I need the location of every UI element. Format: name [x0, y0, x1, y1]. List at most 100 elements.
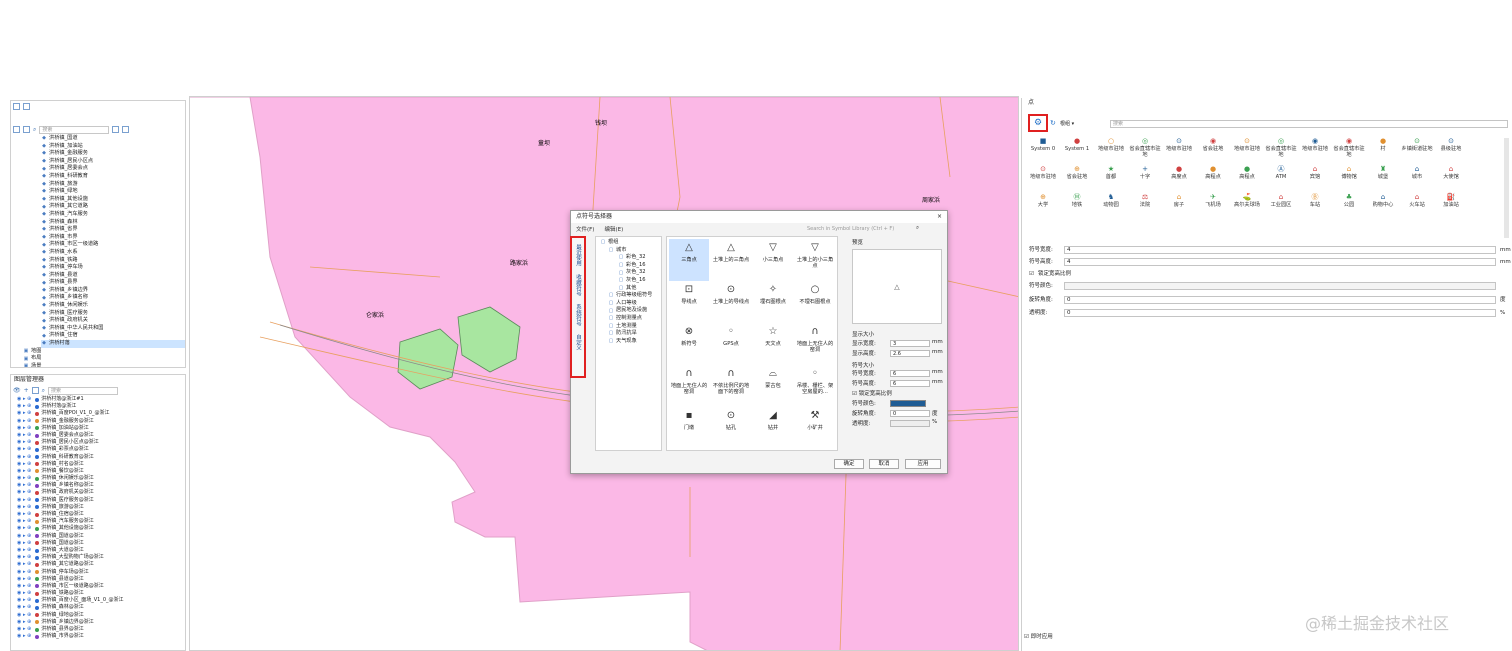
refresh-icon[interactable]: ↻: [1050, 119, 1056, 127]
library-symbol[interactable]: ♞ 动物园: [1094, 192, 1128, 208]
ok-button[interactable]: 确定: [834, 459, 864, 469]
visible-icon[interactable]: ◉ ▸ ⊕: [17, 590, 31, 597]
visible-icon[interactable]: ◉ ▸ ⊕: [17, 633, 31, 640]
library-symbol[interactable]: ◎ 省会直辖市驻地: [1128, 136, 1162, 158]
library-symbol[interactable]: + 十字: [1128, 164, 1162, 180]
symbol-width-input[interactable]: 6: [890, 370, 930, 377]
workspace-node[interactable]: ▣ 地图: [23, 348, 185, 356]
symbol-cell[interactable]: ◦ GPS点: [711, 323, 751, 365]
layer-item[interactable]: ◉ ▸ ⊕ 洪桥镇_科研教育@浙江: [17, 454, 185, 461]
visible-icon[interactable]: ◉ ▸ ⊕: [17, 540, 31, 547]
library-symbol[interactable]: ✈ 飞机场: [1196, 192, 1230, 208]
library-symbol[interactable]: ★ 首都: [1094, 164, 1128, 180]
tree-item[interactable]: ◆ 洪桥镇_省界: [41, 226, 185, 234]
symbol-cell[interactable]: ⚒ 小矿井: [795, 407, 835, 449]
symbol-cell[interactable]: ⊡ 导线点: [669, 281, 709, 323]
tree-item[interactable]: ◆ 洪桥镇_休闲娱乐: [41, 302, 185, 310]
layer-item[interactable]: ◉ ▸ ⊕ 洪桥镇_金融服务@浙江: [17, 418, 185, 425]
side-tab[interactable]: 自定义: [575, 334, 581, 351]
layer-item[interactable]: ◉ ▸ ⊕ 洪桥镇_百度POI_V1_0_@浙江: [17, 410, 185, 417]
visible-icon[interactable]: ◉ ▸ ⊕: [17, 511, 31, 518]
visible-icon[interactable]: ◉ ▸ ⊕: [17, 468, 31, 475]
visible-icon[interactable]: ◉ ▸ ⊕: [17, 597, 31, 604]
visible-icon[interactable]: ◉ ▸ ⊕: [17, 418, 31, 425]
library-symbol[interactable]: ● 高度点: [1162, 164, 1196, 180]
symbol-cell[interactable]: ◢ 钻井: [753, 407, 793, 449]
library-symbol[interactable]: ● 高程点: [1230, 164, 1264, 180]
open-icon[interactable]: [23, 103, 30, 110]
close-icon[interactable]: ×: [937, 211, 942, 223]
layer-item[interactable]: ◉ ▸ ⊕ 洪桥镇_村名@浙江: [17, 461, 185, 468]
search-icon[interactable]: ⌕: [33, 126, 36, 134]
visible-icon[interactable]: ◉ ▸ ⊕: [17, 497, 31, 504]
apply-button[interactable]: 应用: [905, 459, 941, 469]
expand-icon[interactable]: [122, 126, 130, 133]
layer-item[interactable]: ◉ ▸ ⊕ 洪桥镇_其它道路@浙江: [17, 561, 185, 568]
collapse-icon[interactable]: [112, 126, 120, 133]
layer-item[interactable]: ◉ ▸ ⊕ 洪桥镇_市界@浙江: [17, 633, 185, 640]
library-symbol[interactable]: ⊙ 乡镇街道驻地: [1400, 136, 1434, 152]
layer-search-input[interactable]: 搜索: [48, 386, 119, 395]
symbol-group-node[interactable]: ▢ 行政等级组符号: [600, 292, 661, 300]
symbol-group-node[interactable]: ▢ 彩色_32: [600, 254, 661, 262]
tree-item[interactable]: ◆ 洪桥镇_铁路: [41, 257, 185, 265]
search-icon[interactable]: ⌕: [916, 225, 919, 232]
menu-edit[interactable]: 编辑(E): [604, 225, 623, 233]
root-group-select[interactable]: 根组 ▾: [1060, 120, 1108, 128]
visible-icon[interactable]: ◉ ▸ ⊕: [17, 425, 31, 432]
visible-icon[interactable]: ◉ ▸ ⊕: [17, 454, 31, 461]
symbol-cell[interactable]: ◦ 吊楼、栅栏、架空房屋的...: [795, 365, 835, 407]
symbol-group-node[interactable]: ▢ 防汛抗旱: [600, 330, 661, 338]
library-symbol[interactable]: Ⓜ 地铁: [1060, 192, 1094, 208]
library-symbol[interactable]: ● System 1: [1060, 136, 1094, 152]
symbol-group-node[interactable]: ▢ 根组: [600, 239, 661, 247]
cancel-button[interactable]: 取消: [869, 459, 899, 469]
layer-style-icon[interactable]: [31, 387, 39, 394]
visible-icon[interactable]: ◉ ▸ ⊕: [17, 482, 31, 489]
symbol-cell[interactable]: ∩ 不依比例尺的地面下的窑洞: [711, 365, 751, 407]
library-symbol[interactable]: ⊙ 地级市驻地: [1230, 136, 1264, 152]
symbol-width-input[interactable]: 4: [1064, 246, 1496, 254]
tree-item[interactable]: ◆ 洪桥村落: [41, 340, 185, 348]
visible-icon[interactable]: ◉ ▸ ⊕: [17, 475, 31, 482]
layer-item[interactable]: ◉ ▸ ⊕ 洪桥镇_乡镇边界@浙江: [17, 619, 185, 626]
side-tab[interactable]: 最近使用: [575, 244, 581, 266]
workspace-node[interactable]: ▣ 场景: [23, 363, 185, 367]
visible-icon[interactable]: ◉ ▸ ⊕: [17, 626, 31, 633]
library-symbol[interactable]: ⛳ 高尔夫球场: [1230, 192, 1264, 208]
checkbox-icon[interactable]: ☑: [1024, 634, 1029, 640]
tree-item[interactable]: ◆ 洪桥镇_国道: [41, 135, 185, 143]
library-symbol[interactable]: ○ 地级市驻地: [1094, 136, 1128, 152]
settings-icon-box[interactable]: ⚙: [1028, 114, 1048, 132]
visible-icon[interactable]: ◉ ▸ ⊕: [17, 439, 31, 446]
tree-item[interactable]: ◆ 洪桥镇_水系: [41, 249, 185, 257]
symbol-cell[interactable]: ✧ 埋石图根点: [753, 281, 793, 323]
library-symbol[interactable]: ⌂ 城市: [1400, 164, 1434, 180]
tree-item[interactable]: ◆ 洪桥镇_森林: [41, 219, 185, 227]
symbol-cell[interactable]: ∩ 地面上无住人的窑洞: [795, 323, 835, 365]
library-symbol[interactable]: ⊙ 地级市驻地: [1026, 164, 1060, 180]
tree-search-input[interactable]: 搜索: [39, 125, 110, 134]
layer-item[interactable]: ◉ ▸ ⊕ 洪桥镇_市区一级道路@浙江: [17, 583, 185, 590]
visible-icon[interactable]: ◉ ▸ ⊕: [17, 569, 31, 576]
library-symbol[interactable]: ♜ 城堡: [1366, 164, 1400, 180]
visible-icon[interactable]: ◉ ▸ ⊕: [17, 489, 31, 496]
tree-item[interactable]: ◆ 洪桥镇_其它道路: [41, 203, 185, 211]
checkbox-icon[interactable]: ☑: [852, 391, 857, 397]
side-tab[interactable]: 收藏符号: [575, 274, 581, 296]
library-symbol[interactable]: ⊙ 县级驻地: [1434, 136, 1468, 152]
layer-item[interactable]: ◉ ▸ ⊕ 洪桥镇_绿地@浙江: [17, 612, 185, 619]
library-symbol[interactable]: ⌂ 博物馆: [1332, 164, 1366, 180]
layer-item[interactable]: ◉ ▸ ⊕ 洪桥镇_森林@浙江: [17, 604, 185, 611]
layer-search-icon[interactable]: ⌕: [42, 387, 45, 395]
layer-item[interactable]: ◉ ▸ ⊕ 洪桥镇_国道@浙江: [17, 540, 185, 547]
opacity-input[interactable]: [890, 420, 930, 427]
symbol-group-node[interactable]: ▢ 控制测量点: [600, 315, 661, 323]
symbol-group-node[interactable]: ▢ 天气现象: [600, 338, 661, 346]
library-symbol[interactable]: ⌂ 火车站: [1400, 192, 1434, 208]
lock-ratio-row[interactable]: ☑ 锁定宽高比例: [852, 389, 944, 399]
visible-icon[interactable]: ◉ ▸ ⊕: [17, 547, 31, 554]
library-symbol[interactable]: ● 村: [1366, 136, 1400, 152]
tree-item[interactable]: ◆ 洪桥镇_金融服务: [41, 150, 185, 158]
visible-icon[interactable]: ◉ ▸ ⊕: [17, 583, 31, 590]
